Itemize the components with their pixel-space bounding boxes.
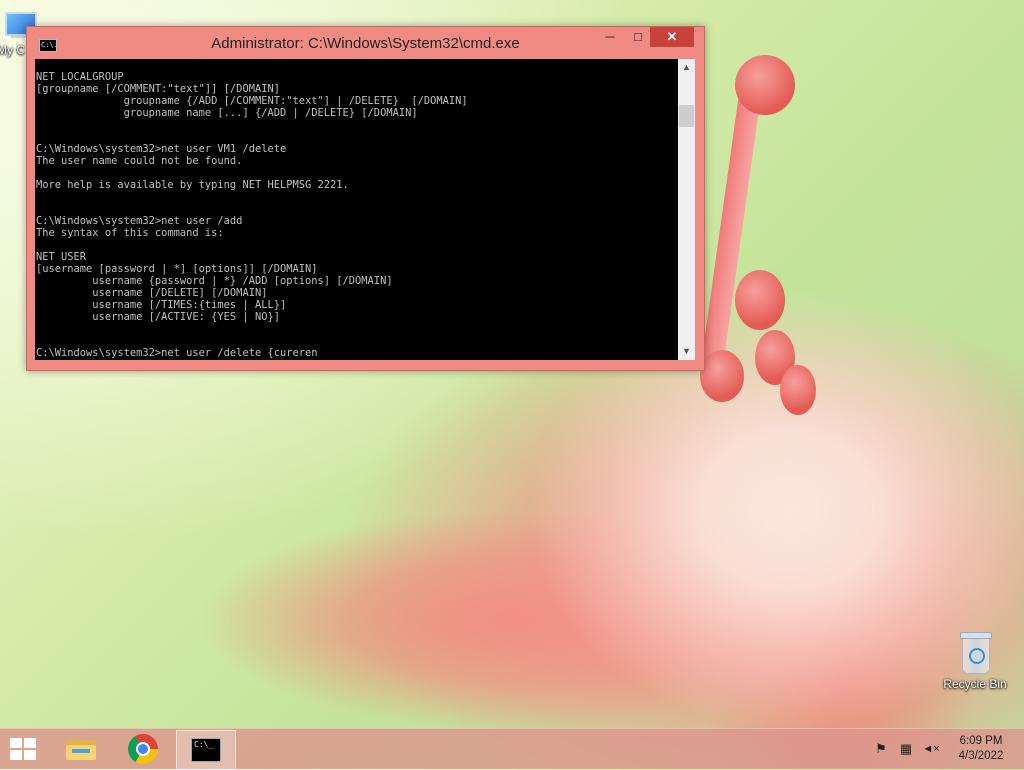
scroll-down-icon[interactable]: ▼ xyxy=(678,343,695,360)
scroll-thumb[interactable] xyxy=(679,105,694,127)
flower-bud xyxy=(735,55,795,115)
console-line: groupname name [...] {/ADD | /DELETE} [/… xyxy=(36,107,418,119)
taskbar-chrome[interactable] xyxy=(114,730,172,768)
chrome-icon xyxy=(128,734,158,764)
console-output[interactable]: NET LOCALGROUP [groupname [/COMMENT:"text… xyxy=(35,59,678,360)
console-line: C:\Windows\system32>net user /delete {cu… xyxy=(36,347,318,359)
console-line: NET LOCALGROUP xyxy=(36,71,124,83)
console-line: username [/TIMES:{times | ALL}] xyxy=(36,299,287,311)
desktop-icon-label: My C xyxy=(0,43,25,57)
cmd-icon: C:\_ xyxy=(191,738,221,762)
vertical-scrollbar[interactable]: ▲ ▼ xyxy=(678,59,695,360)
console-line: C:\Windows\system32>net user /add xyxy=(36,215,243,227)
windows-logo-icon xyxy=(10,738,22,748)
taskbar: C:\_ ⚑ ▦ ◄× 6:09 PM 4/3/2022 xyxy=(0,728,1024,770)
console-line: NET USER xyxy=(36,251,87,263)
folder-icon xyxy=(66,738,96,760)
console-line: The syntax of this command is: xyxy=(36,227,224,239)
console-line: [groupname [/COMMENT:"text"]] [/DOMAIN] xyxy=(36,83,280,95)
desktop-icon-label: Recycle Bin xyxy=(943,677,1007,691)
cmd-window[interactable]: C:\. Administrator: C:\Windows\System32\… xyxy=(26,26,705,371)
title-bar[interactable]: C:\. Administrator: C:\Windows\System32\… xyxy=(27,27,704,59)
maximize-button[interactable]: □ xyxy=(625,27,651,47)
console-line: More help is available by typing NET HEL… xyxy=(36,179,349,191)
flower-bud xyxy=(780,365,816,415)
console-line: C:\Windows\system32>net user VM1 /delete xyxy=(36,143,287,155)
console-line: username [/DELETE] [/DOMAIN] xyxy=(36,287,268,299)
recycle-bin-icon xyxy=(958,630,992,674)
console-line: username {password | *} /ADD [options] [… xyxy=(36,275,393,287)
clock-date: 4/3/2022 xyxy=(958,750,1004,762)
flower-stem xyxy=(699,79,763,381)
scroll-up-icon[interactable]: ▲ xyxy=(678,59,695,76)
clock-time: 6:09 PM xyxy=(959,735,1003,747)
console-line: [username [password | *] [options]] [/DO… xyxy=(36,263,318,275)
desktop-icon-recycle-bin[interactable]: Recycle Bin xyxy=(935,630,1015,691)
volume-muted-icon[interactable]: ◄× xyxy=(921,741,941,757)
taskbar-cmd[interactable]: C:\_ xyxy=(176,730,236,770)
clock[interactable]: 6:09 PM 4/3/2022 xyxy=(948,734,1014,764)
start-button[interactable] xyxy=(10,738,38,760)
flower-bud xyxy=(700,350,744,402)
cmd-icon-text: C:\_ xyxy=(194,740,214,749)
close-button[interactable]: ✕ xyxy=(650,27,694,47)
console-text: NET LOCALGROUP [groupname [/COMMENT:"text… xyxy=(35,59,678,359)
console-line: username [/ACTIVE: {YES | NO}] xyxy=(36,311,280,323)
console-line: The user name could not be found. xyxy=(36,155,243,167)
network-icon[interactable]: ▦ xyxy=(898,741,914,757)
taskbar-file-explorer[interactable] xyxy=(52,730,110,768)
minimize-button[interactable]: ─ xyxy=(597,27,623,47)
console-line: groupname {/ADD [/COMMENT:"text"] | /DEL… xyxy=(36,95,468,107)
action-center-flag-icon[interactable]: ⚑ xyxy=(873,741,889,757)
flower-bud xyxy=(735,270,785,330)
